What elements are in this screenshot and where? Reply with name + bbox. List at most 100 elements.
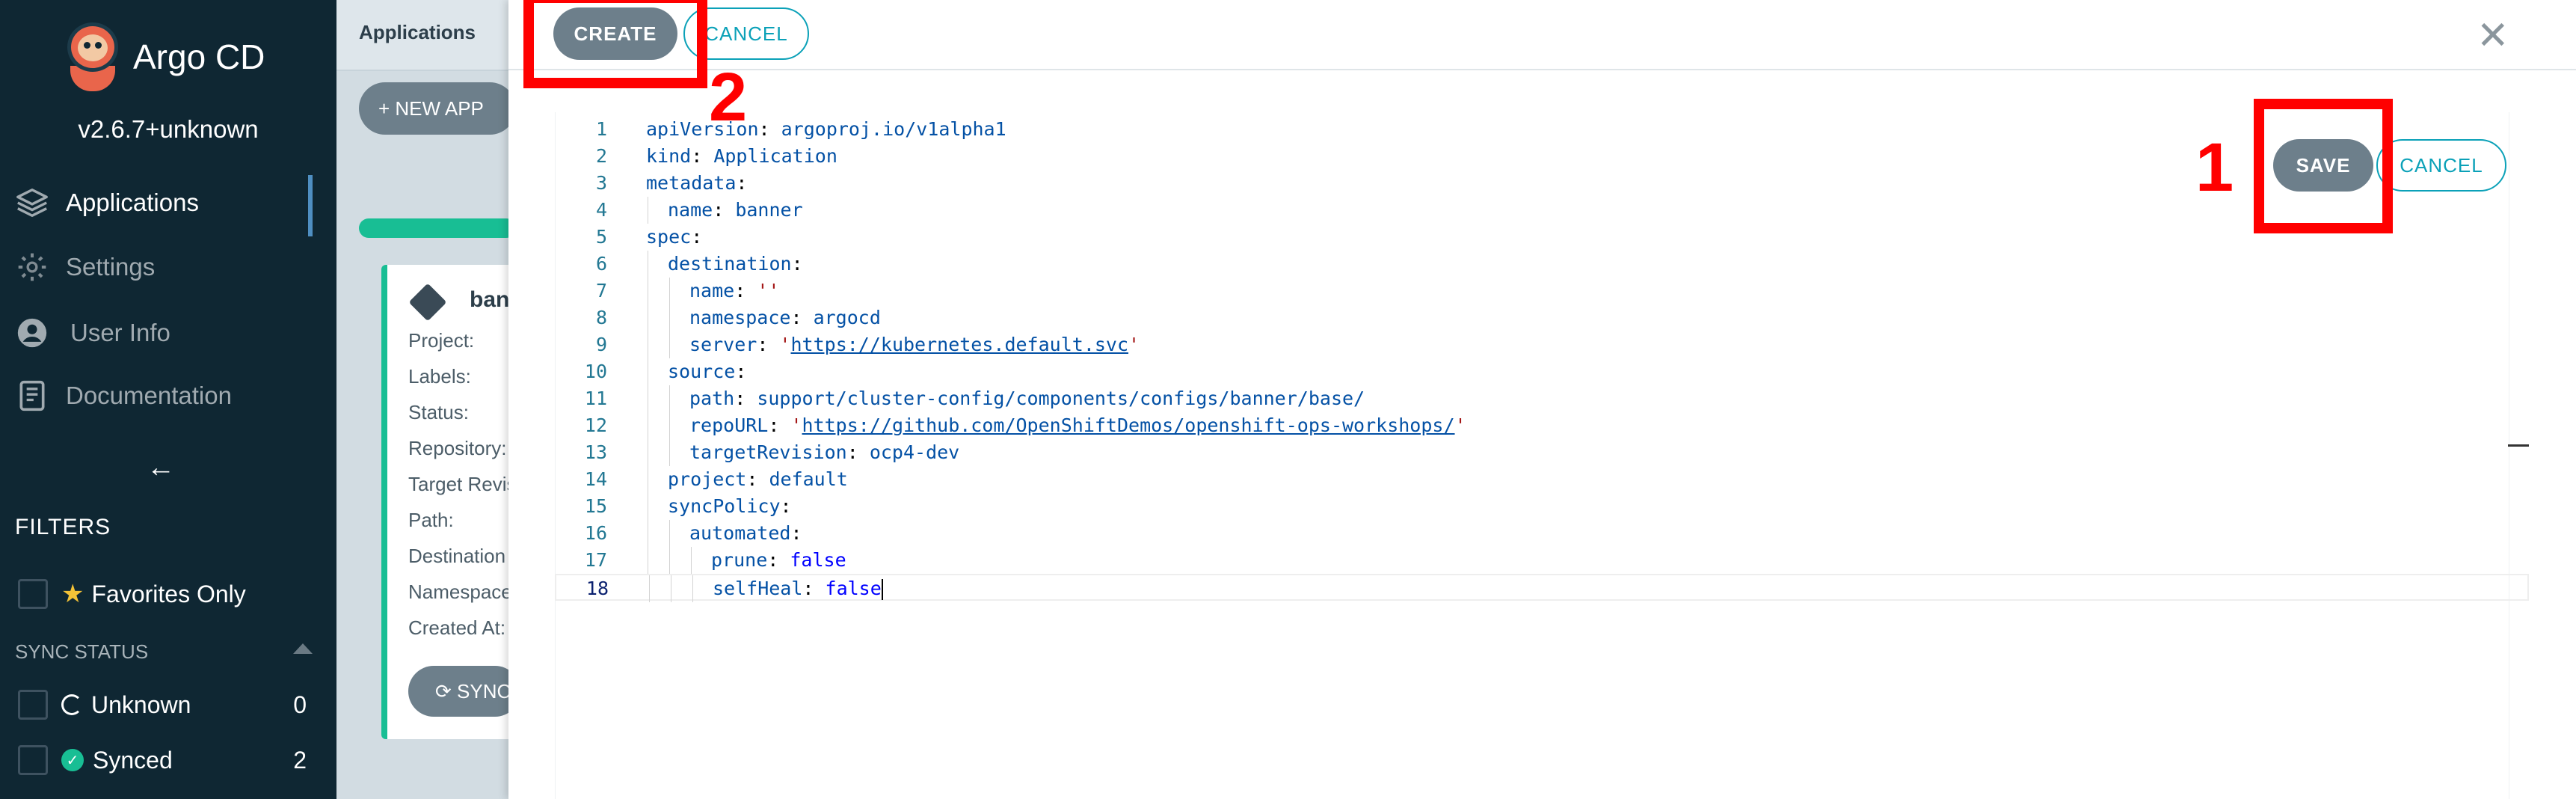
yaml-key: server xyxy=(689,334,757,355)
line-number: 9 xyxy=(595,334,607,355)
code-line[interactable]: 12 repoURL: 'https://github.com/OpenShift… xyxy=(555,412,2529,439)
code-line[interactable]: 16 automated: xyxy=(555,520,2529,547)
code-text: apiVersion: argoproj.io/v1alpha1 xyxy=(646,118,1006,140)
new-app-button[interactable]: + NEW APP xyxy=(359,82,516,135)
yaml-key: destination xyxy=(668,253,792,275)
cancel-button[interactable]: CANCEL xyxy=(2376,139,2506,192)
card-label-namespace: Namespace xyxy=(408,581,512,603)
card-label-target-revision: Target Revis xyxy=(408,473,517,495)
line-number: 12 xyxy=(584,414,607,436)
code-line[interactable]: 5 spec: xyxy=(555,224,2529,251)
yaml-value: argoproj.io/v1alpha1 xyxy=(781,118,1006,140)
nav-applications[interactable]: Applications xyxy=(15,186,199,220)
user-icon xyxy=(15,316,49,350)
yaml-value: Application xyxy=(713,145,837,167)
indent-guide xyxy=(669,278,670,304)
indent-guide xyxy=(669,385,670,412)
yaml-key: prune xyxy=(711,549,768,571)
sidebar: Argo CD v2.6.7+unknown Applications Sett… xyxy=(0,0,336,799)
collapse-sidebar-icon[interactable]: ← xyxy=(147,452,175,484)
unknown-checkbox[interactable] xyxy=(18,690,48,720)
card-label-created-at: Created At: xyxy=(408,616,506,639)
synced-label: Synced xyxy=(93,746,173,774)
unknown-count: 0 xyxy=(293,691,307,718)
card-label-repository: Repository: xyxy=(408,437,507,459)
text-cursor xyxy=(881,579,883,600)
yaml-value: argocd xyxy=(813,307,881,328)
circle-notch-icon xyxy=(61,694,82,715)
nav-applications-label: Applications xyxy=(66,189,199,216)
favorites-checkbox[interactable] xyxy=(18,579,48,609)
code-line[interactable]: 11 path: support/cluster-config/component… xyxy=(555,385,2529,412)
code-text: automated: xyxy=(689,522,802,544)
favorites-filter[interactable]: ★ Favorites Only xyxy=(18,579,307,609)
code-text: targetRevision: ocp4-dev xyxy=(689,441,960,463)
code-line[interactable]: 6 destination: xyxy=(555,251,2529,278)
yaml-key: targetRevision xyxy=(689,441,847,463)
status-progress-bar xyxy=(359,218,516,238)
yaml-value: support/cluster-config/components/config… xyxy=(757,388,1365,409)
yaml-value: false xyxy=(790,549,846,571)
line-number: 3 xyxy=(595,172,607,194)
yaml-key: project xyxy=(668,468,747,490)
indent-guide xyxy=(669,547,670,574)
code-line[interactable]: 15 syncPolicy: xyxy=(555,493,2529,520)
synced-count: 2 xyxy=(293,746,307,774)
logo-row[interactable]: Argo CD xyxy=(63,19,265,94)
nav-documentation[interactable]: Documentation xyxy=(15,379,232,413)
line-number: 14 xyxy=(584,468,607,490)
synced-checkbox[interactable] xyxy=(18,745,48,775)
code-text: prune: false xyxy=(711,549,846,571)
yaml-value: ocp4-dev xyxy=(869,441,960,463)
yaml-value: default xyxy=(769,468,848,490)
sync-filter-unknown[interactable]: Unknown 0 xyxy=(18,690,307,720)
collapse-caret-icon[interactable] xyxy=(293,643,313,654)
code-line[interactable]: 8 namespace: argocd xyxy=(555,304,2529,331)
url-link[interactable]: https://kubernetes.default.svc xyxy=(790,334,1128,355)
unknown-label: Unknown xyxy=(91,691,191,718)
yaml-key: namespace xyxy=(689,307,791,328)
code-line[interactable]: 7 name: '' xyxy=(555,278,2529,304)
line-number: 7 xyxy=(595,280,607,301)
line-number: 5 xyxy=(595,226,607,248)
code-text: kind: Application xyxy=(646,145,837,167)
url-link[interactable]: https://github.com/OpenShiftDemos/opensh… xyxy=(802,414,1455,436)
code-text: project: default xyxy=(668,468,848,490)
nav-documentation-label: Documentation xyxy=(66,382,232,409)
yaml-key: automated xyxy=(689,522,791,544)
code-line[interactable]: 17 prune: false xyxy=(555,547,2529,574)
yaml-value: false xyxy=(825,578,882,599)
filters-title: FILTERS xyxy=(15,515,111,539)
line-number: 8 xyxy=(595,307,607,328)
code-line[interactable]: 13 targetRevision: ocp4-dev xyxy=(555,439,2529,466)
line-number: 10 xyxy=(584,361,607,382)
yaml-key: metadata xyxy=(646,172,737,194)
yaml-value: '' xyxy=(757,280,780,301)
active-nav-indicator xyxy=(308,175,313,236)
sync-filter-synced[interactable]: ✓ Synced 2 xyxy=(18,745,307,775)
nav-user-info[interactable]: User Info xyxy=(15,316,170,350)
code-line[interactable]: 9 server: 'https://kubernetes.default.svc… xyxy=(555,331,2529,358)
code-text: syncPolicy: xyxy=(668,495,792,517)
gear-icon xyxy=(15,250,49,284)
code-text: server: 'https://kubernetes.default.svc' xyxy=(689,334,1140,355)
code-line[interactable]: 14 project: default xyxy=(555,466,2529,493)
annotation-label-1: 1 xyxy=(2195,129,2234,206)
indent-guide xyxy=(669,520,670,547)
line-number: 18 xyxy=(585,578,609,599)
brand-name: Argo CD xyxy=(133,37,265,76)
yaml-key: spec xyxy=(646,226,692,248)
line-number: 11 xyxy=(584,388,607,409)
code-line[interactable]: 10 source: xyxy=(555,358,2529,385)
yaml-value[interactable]: 'https://github.com/OpenShiftDemos/opens… xyxy=(790,414,1466,436)
sync-button[interactable]: ⟳ SYNC xyxy=(408,666,520,717)
card-label-path: Path: xyxy=(408,509,454,531)
close-icon[interactable]: ✕ xyxy=(2477,13,2509,58)
code-text: selfHeal: false xyxy=(713,578,883,600)
line-number: 17 xyxy=(584,549,607,571)
line-number: 1 xyxy=(595,118,607,140)
code-text: path: support/cluster-config/components/… xyxy=(689,388,1365,409)
code-line[interactable]: 18 selfHeal: false xyxy=(555,574,2529,602)
yaml-value[interactable]: 'https://kubernetes.default.svc' xyxy=(779,334,1140,355)
nav-settings[interactable]: Settings xyxy=(15,250,155,284)
